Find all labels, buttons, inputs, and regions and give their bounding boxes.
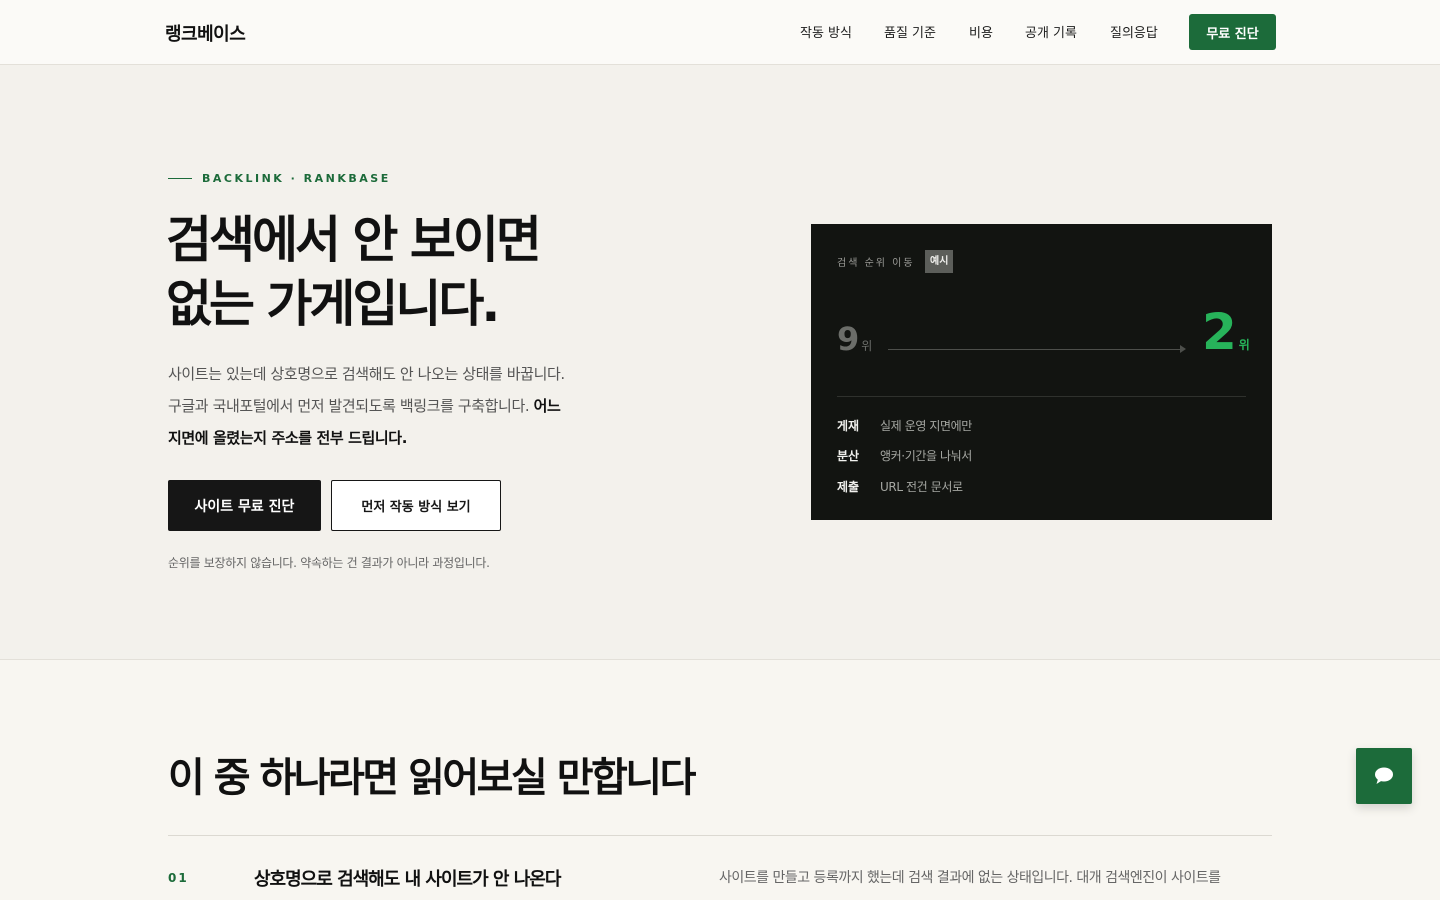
card-row-value: URL 전건 문서로	[880, 480, 963, 494]
card-row-placement: 게재 실제 운영 지면에만	[837, 417, 972, 434]
hero-desc-line-2: 구글과 국내포털에서 먼저 발견되도록 백링크를 구축합니다. 어느	[168, 390, 628, 422]
chat-button[interactable]	[1356, 748, 1412, 804]
hero-section: BACKLINK · RANKBASE 검색에서 안 보이면 없는 가게입니다.…	[0, 65, 1440, 660]
section-divider	[168, 835, 1272, 836]
site-free-diagnosis-button[interactable]: 사이트 무료 진단	[168, 480, 321, 531]
card-row-key: 게재	[837, 419, 860, 433]
hero-desc-line-2-bold: 어느	[533, 397, 561, 415]
rank-progress-line	[888, 349, 1184, 350]
hero-description: 사이트는 있는데 상호명으로 검색해도 안 나오는 상태를 바꿉니다. 구글과 …	[168, 358, 628, 454]
nav-item-how-it-works[interactable]: 작동 방식	[800, 22, 852, 41]
hero-desc-line-1: 사이트는 있는데 상호명으로 검색해도 안 나오는 상태를 바꿉니다.	[168, 365, 565, 383]
card-row-key: 제출	[837, 480, 860, 494]
hero-desc-line-3: 지면에 올렸는지 주소를 전부 드립니다.	[168, 422, 628, 454]
item-title: 상호명으로 검색해도 내 사이트가 안 나온다	[254, 869, 561, 890]
item-number: 01	[168, 871, 189, 885]
hero-desc-line-2-text: 구글과 국내포털에서 먼저 발견되도록 백링크를 구축합니다.	[168, 397, 530, 415]
eyebrow-line	[168, 178, 192, 179]
card-label: 검색 순위 이동	[837, 258, 915, 269]
logo[interactable]: 랭크베이스	[165, 20, 246, 46]
view-how-it-works-button[interactable]: 먼저 작동 방식 보기	[331, 480, 501, 531]
hero-title-line-2: 없는 가게입니다.	[166, 275, 500, 333]
arrow-right-icon	[1180, 345, 1186, 353]
card-row-value: 앵커·기간을 나눠서	[880, 449, 972, 463]
rank-from-value: 9	[837, 320, 860, 358]
nav-item-faq[interactable]: 질의응답	[1110, 22, 1158, 41]
item-description: 사이트를 만들고 등록까지 했는데 검색 결과에 없는 상태입니다. 대개 검색…	[719, 870, 1221, 886]
hero-title: 검색에서 안 보이면 없는 가게입니다.	[166, 208, 726, 336]
card-divider	[837, 396, 1246, 397]
hero-desc-line-3-bold: 지면에 올렸는지 주소를 전부 드립니다.	[168, 429, 407, 447]
rank-to-value: 2	[1202, 303, 1237, 361]
free-diagnosis-button[interactable]: 무료 진단	[1189, 14, 1276, 50]
nav-item-quality[interactable]: 품질 기준	[884, 22, 936, 41]
chat-bubble-icon	[1375, 767, 1393, 784]
section-title: 이 중 하나라면 읽어보실 만합니다	[168, 755, 696, 801]
rank-to: 2위	[1202, 304, 1250, 373]
eyebrow: BACKLINK · RANKBASE	[168, 172, 391, 185]
hero-title-line-1: 검색에서 안 보이면	[166, 211, 542, 269]
rank-to-unit: 위	[1238, 338, 1250, 352]
rank-from-unit: 위	[861, 339, 873, 353]
card-row-submission: 제출 URL 전건 문서로	[837, 478, 963, 495]
rank-example-card: 검색 순위 이동 예시 9위 2위 게재 실제 운영 지면에만 분산 앵커·기간을 …	[811, 224, 1272, 520]
site-header: 랭크베이스 작동 방식 품질 기준 비용 공개 기록 질의응답 무료 진단	[0, 0, 1440, 65]
card-row-distribution: 분산 앵커·기간을 나눠서	[837, 447, 972, 464]
nav-item-records[interactable]: 공개 기록	[1025, 22, 1077, 41]
eyebrow-text: BACKLINK · RANKBASE	[202, 172, 391, 185]
card-row-value: 실제 운영 지면에만	[880, 419, 972, 433]
nav-item-pricing[interactable]: 비용	[969, 22, 993, 41]
rank-from: 9위	[837, 320, 872, 358]
card-row-key: 분산	[837, 449, 860, 463]
example-badge: 예시	[925, 250, 954, 273]
hero-disclaimer: 순위를 보장하지 않습니다. 약속하는 건 결과가 아니라 과정입니다.	[168, 556, 490, 570]
